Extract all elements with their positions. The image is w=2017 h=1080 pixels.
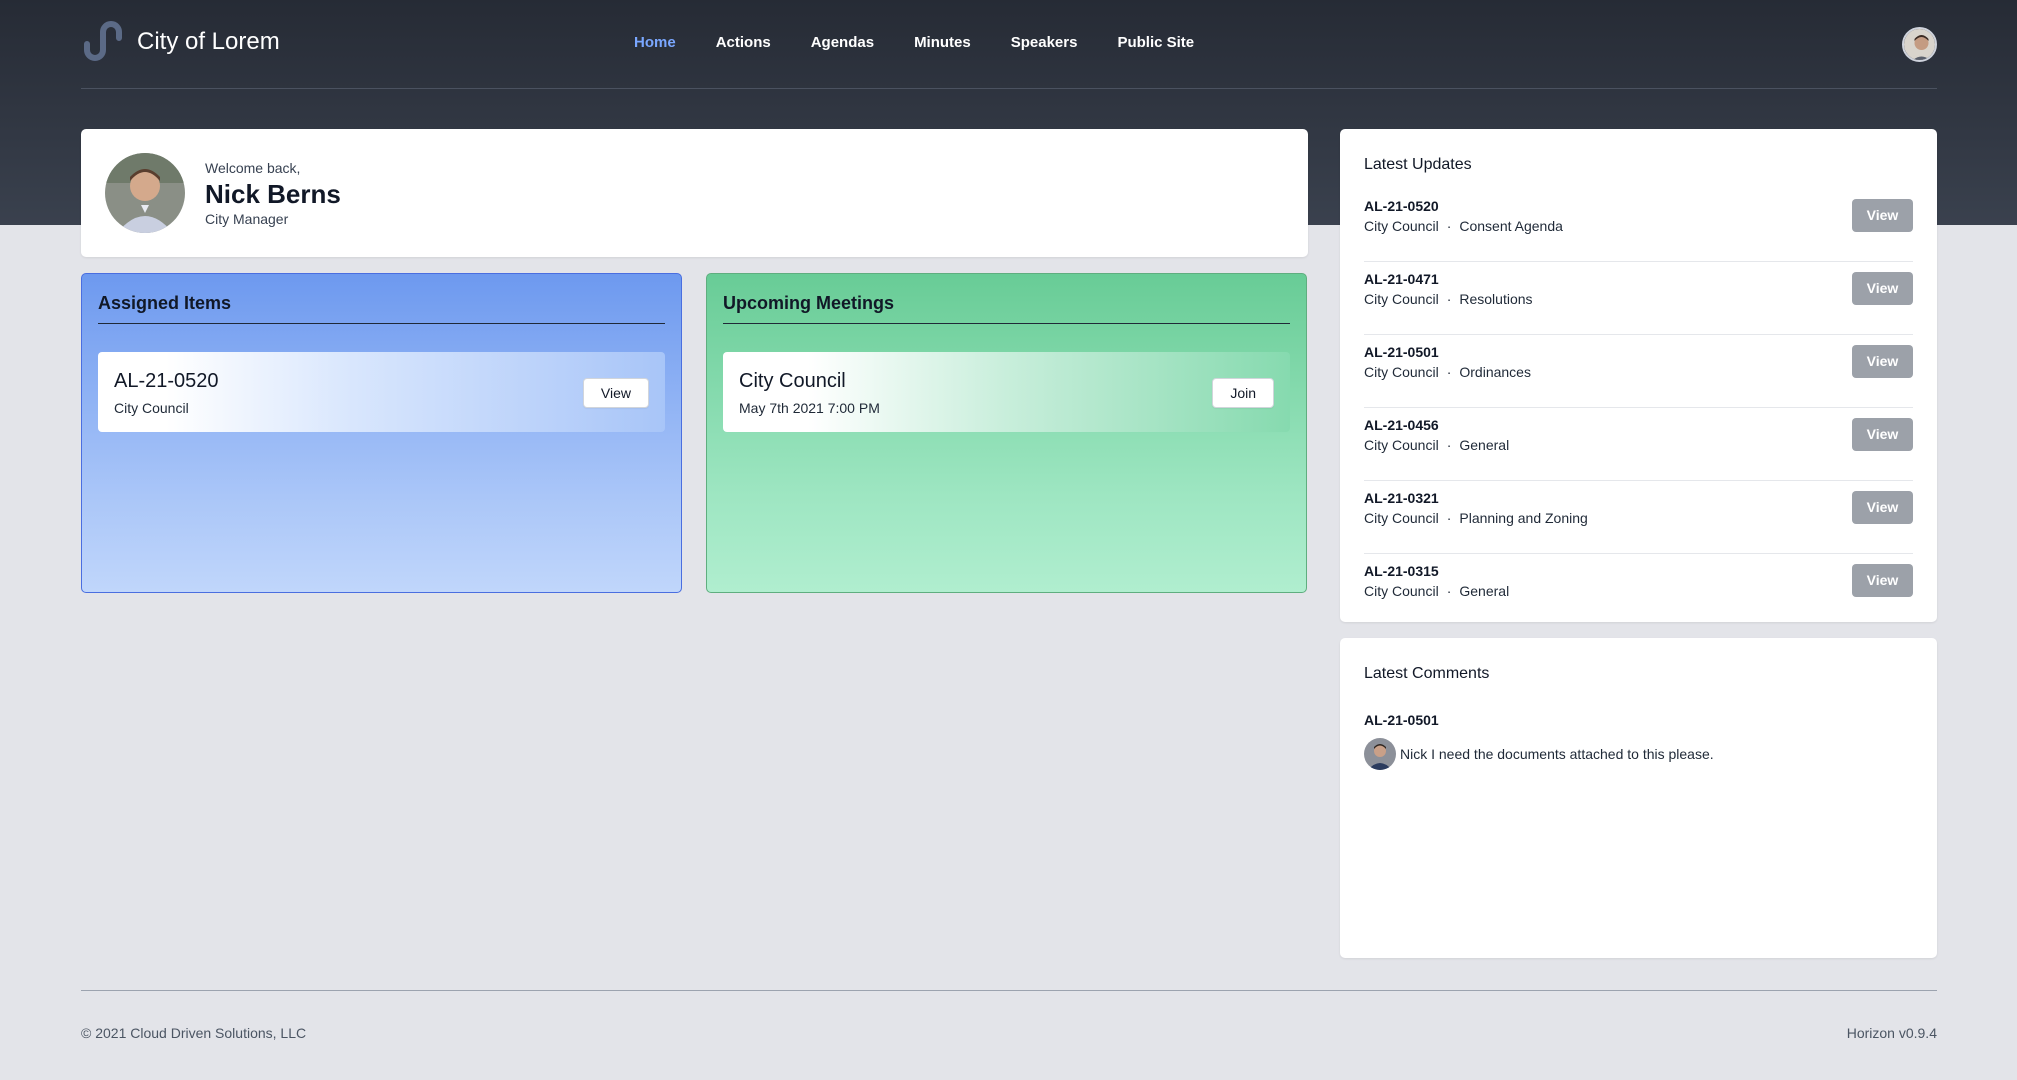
nav-speakers[interactable]: Speakers bbox=[1011, 34, 1078, 51]
meeting-join-button[interactable]: Join bbox=[1212, 378, 1274, 408]
update-category: Planning and Zoning bbox=[1459, 510, 1588, 526]
profile-avatar bbox=[105, 153, 185, 233]
assigned-item-body: City Council bbox=[114, 400, 189, 416]
separator-dot: · bbox=[1446, 218, 1452, 234]
assigned-item: AL-21-0520 City Council View bbox=[98, 352, 665, 432]
update-category: Resolutions bbox=[1459, 291, 1533, 307]
update-row: AL-21-0456 City Council · General View bbox=[1364, 408, 1913, 481]
nav-public-site[interactable]: Public Site bbox=[1117, 34, 1194, 51]
update-body: City Council bbox=[1364, 510, 1439, 526]
commenter-avatar bbox=[1364, 738, 1396, 770]
upcoming-meetings-heading: Upcoming Meetings bbox=[723, 293, 1290, 324]
top-navbar: City of Lorem Home Actions Agendas Minut… bbox=[81, 0, 1937, 89]
update-meta: City Council · Ordinances bbox=[1364, 364, 1531, 380]
nav-minutes[interactable]: Minutes bbox=[914, 34, 971, 51]
latest-comments-heading: Latest Comments bbox=[1364, 665, 1490, 682]
separator-dot: · bbox=[1446, 583, 1452, 599]
update-row: AL-21-0520 City Council · Consent Agenda V… bbox=[1364, 189, 1913, 262]
update-meta: City Council · General bbox=[1364, 437, 1509, 453]
assigned-items-heading: Assigned Items bbox=[98, 293, 665, 324]
update-body: City Council bbox=[1364, 218, 1439, 234]
update-row: AL-21-0315 City Council · General View bbox=[1364, 554, 1913, 627]
update-code: AL-21-0315 bbox=[1364, 563, 1439, 579]
footer-divider bbox=[81, 990, 1937, 991]
update-meta: City Council · Resolutions bbox=[1364, 291, 1533, 307]
latest-updates-heading: Latest Updates bbox=[1364, 156, 1472, 173]
update-meta: City Council · Consent Agenda bbox=[1364, 218, 1563, 234]
updates-list: AL-21-0520 City Council · Consent Agenda V… bbox=[1364, 189, 1913, 627]
update-view-button[interactable]: View bbox=[1852, 345, 1913, 378]
update-body: City Council bbox=[1364, 291, 1439, 307]
latest-updates-card: Latest Updates AL-21-0520 City Council · C… bbox=[1340, 129, 1937, 622]
footer-copyright: © 2021 Cloud Driven Solutions, LLC bbox=[81, 1025, 307, 1041]
update-row: AL-21-0501 City Council · Ordinances View bbox=[1364, 335, 1913, 408]
update-category: Consent Agenda bbox=[1459, 218, 1563, 234]
assigned-items-panel: Assigned Items AL-21-0520 City Council V… bbox=[81, 273, 682, 593]
update-code: AL-21-0321 bbox=[1364, 490, 1439, 506]
update-row: AL-21-0321 City Council · Planning and Zon… bbox=[1364, 481, 1913, 554]
update-body: City Council bbox=[1364, 583, 1439, 599]
meeting-title: City Council bbox=[739, 370, 846, 392]
assigned-item-view-button[interactable]: View bbox=[582, 378, 649, 408]
update-row: AL-21-0471 City Council · Resolutions View bbox=[1364, 262, 1913, 335]
latest-comments-card: Latest Comments AL-21-0501 Nick I need t… bbox=[1340, 638, 1937, 958]
update-meta: City Council · General bbox=[1364, 583, 1509, 599]
nav-actions[interactable]: Actions bbox=[716, 34, 771, 51]
update-view-button[interactable]: View bbox=[1852, 272, 1913, 305]
comment-item-code[interactable]: AL-21-0501 bbox=[1364, 712, 1439, 728]
comment-text: Nick I need the documents attached to th… bbox=[1400, 746, 1714, 762]
update-view-button[interactable]: View bbox=[1852, 418, 1913, 451]
user-role: City Manager bbox=[205, 211, 289, 227]
separator-dot: · bbox=[1446, 364, 1452, 380]
footer-version: Horizon v0.9.4 bbox=[1846, 1025, 1937, 1041]
separator-dot: · bbox=[1446, 291, 1452, 307]
welcome-greeting: Welcome back, bbox=[205, 160, 301, 176]
update-category: General bbox=[1459, 437, 1510, 453]
update-code: AL-21-0471 bbox=[1364, 271, 1439, 287]
main-nav: Home Actions Agendas Minutes Speakers Pu… bbox=[634, 34, 1234, 51]
assigned-item-code: AL-21-0520 bbox=[114, 370, 219, 392]
update-body: City Council bbox=[1364, 364, 1439, 380]
update-code: AL-21-0520 bbox=[1364, 198, 1439, 214]
update-category: Ordinances bbox=[1459, 364, 1531, 380]
update-meta: City Council · Planning and Zoning bbox=[1364, 510, 1588, 526]
update-code: AL-21-0456 bbox=[1364, 417, 1439, 433]
user-name: Nick Berns bbox=[205, 179, 341, 209]
separator-dot: · bbox=[1446, 510, 1452, 526]
meeting-datetime: May 7th 2021 7:00 PM bbox=[739, 400, 880, 416]
welcome-card: Welcome back, Nick Berns City Manager bbox=[81, 129, 1308, 257]
update-view-button[interactable]: View bbox=[1852, 564, 1913, 597]
meeting-item: City Council May 7th 2021 7:00 PM Join bbox=[723, 352, 1290, 432]
brand-logo-icon[interactable] bbox=[81, 20, 123, 62]
nav-agendas[interactable]: Agendas bbox=[811, 34, 874, 51]
nav-home[interactable]: Home bbox=[634, 34, 676, 51]
separator-dot: · bbox=[1446, 437, 1452, 453]
upcoming-meetings-panel: Upcoming Meetings City Council May 7th 2… bbox=[706, 273, 1307, 593]
update-view-button[interactable]: View bbox=[1852, 491, 1913, 524]
brand-name[interactable]: City of Lorem bbox=[137, 28, 280, 56]
update-view-button[interactable]: View bbox=[1852, 199, 1913, 232]
update-category: General bbox=[1459, 583, 1510, 599]
user-avatar[interactable] bbox=[1902, 27, 1937, 62]
update-body: City Council bbox=[1364, 437, 1439, 453]
update-code: AL-21-0501 bbox=[1364, 344, 1439, 360]
